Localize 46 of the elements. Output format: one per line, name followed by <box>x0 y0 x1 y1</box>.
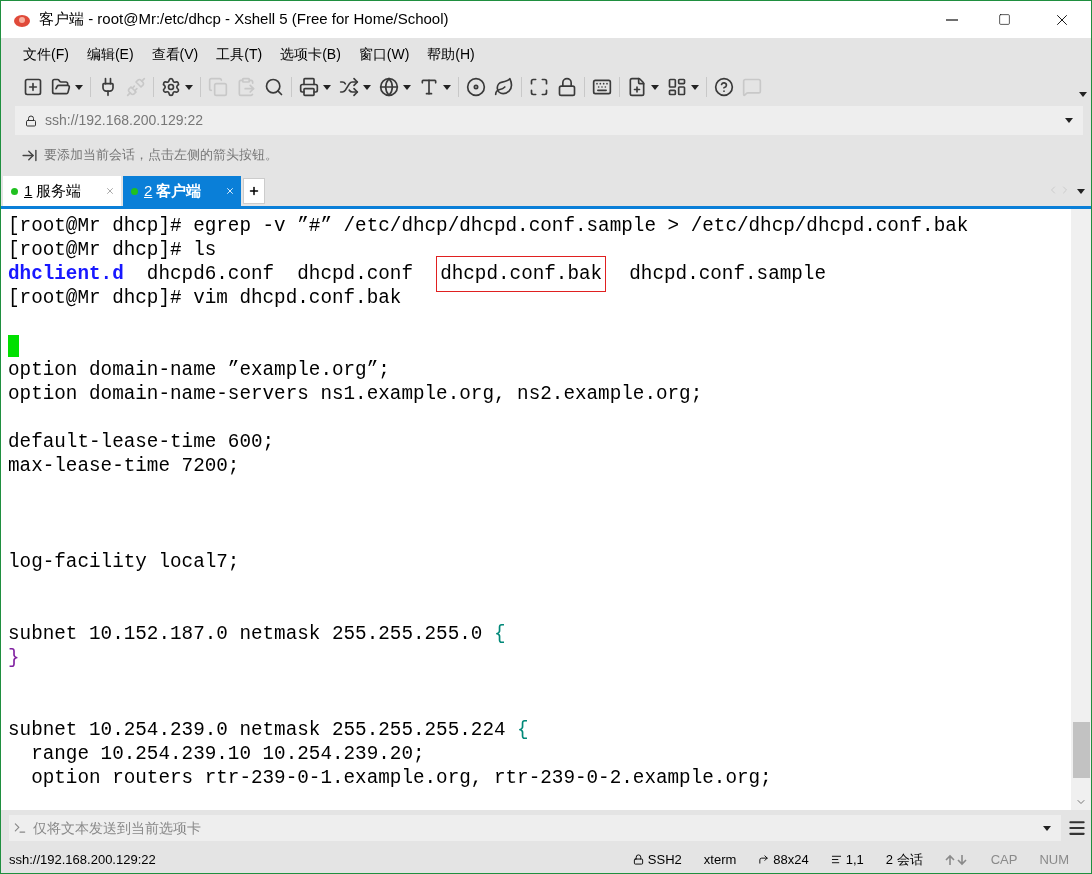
terminal-text: { <box>493 623 506 645</box>
tab-label: 服务端 <box>36 180 82 201</box>
tab-number: 2 <box>144 180 153 201</box>
terminal-text: option routers rtr-239-0-1.example.org, rtr-239-0-2.example.org; <box>30 767 772 789</box>
terminal-text: [root@Mr dhcp]# ls <box>8 239 217 261</box>
status-text: SSH2 <box>647 850 682 869</box>
menu-item[interactable]: 编辑(E) <box>84 43 136 65</box>
send-text-input[interactable]: 仅将文本发送到当前选项卡 <box>33 817 1043 839</box>
terminal-text: dhclient.d <box>8 263 124 285</box>
status-text: 1,1 <box>845 850 864 869</box>
terminal-text: [root@Mr dhcp]# egrep -v ”#” /etc/dhcp/dhcpd.conf.sample > /etc/dhcp/dhcpd.conf.bak <box>8 215 969 237</box>
status-text: NUM <box>1039 850 1069 869</box>
status-text: 88x24 <box>773 850 809 869</box>
terminal-text: range 10.254.239.10 10.254.239.20; <box>30 743 425 765</box>
tab-number: 1 <box>24 180 33 201</box>
terminal-text: [root@Mr dhcp]# vim dhcpd.conf.bak <box>8 287 402 309</box>
status-text: xterm <box>703 850 737 869</box>
send-text-field[interactable]: 仅将文本发送到当前选项卡 <box>9 815 1061 841</box>
terminal-text: { <box>517 719 529 741</box>
terminal-text: option domain-name-servers ns1.example.org, ns2.example.org; <box>8 383 703 405</box>
terminal-text: } <box>8 647 20 669</box>
terminal-text: dhcpd.conf.bak <box>440 263 603 285</box>
status-text: CAP <box>990 850 1018 869</box>
terminal-text: dhcpd.conf.sample <box>628 263 826 285</box>
tab-label: 客户端 <box>156 180 202 201</box>
menu-item[interactable]: 窗口(W) <box>356 43 412 65</box>
status-text: 2 会话 <box>885 850 923 869</box>
terminal-text: log-facility local7; <box>8 551 240 573</box>
address-text: ssh://192.168.200.129:22 <box>45 111 204 130</box>
menu-item[interactable]: 帮助(H) <box>425 43 477 65</box>
hint-text: 要添加当前会话，点击左侧的箭头按钮。 <box>44 146 278 165</box>
terminal-text: default-lease-time 600; <box>8 431 275 453</box>
menu-item[interactable]: 工具(T) <box>214 43 265 65</box>
menu-item[interactable]: 查看(V) <box>149 43 201 65</box>
address-field[interactable]: ssh://192.168.200.129:22 <box>15 106 1083 135</box>
terminal-text: dhcpd6.conf dhcpd.conf <box>145 263 414 285</box>
terminal-text: subnet 10.254.239.0 netmask 255.255.255.224 <box>8 719 507 741</box>
menu-item[interactable]: 选项卡(B) <box>278 43 343 65</box>
terminal-text: subnet 10.152.187.0 netmask 255.255.255.0 <box>8 623 484 645</box>
terminal-text: max-lease-time 7200; <box>8 455 240 477</box>
window-title: 客户端 - root@Mr:/etc/dhcp - Xshell 5 (Free for Home/School) <box>39 9 449 30</box>
session-tab[interactable]: 1 服务端 <box>3 176 121 206</box>
menu-item[interactable]: 文件(F) <box>21 43 71 65</box>
terminal-text: option domain-name ”example.org”; <box>8 359 390 381</box>
session-tab[interactable]: 2 客户端 <box>123 176 241 206</box>
status-address: ssh://192.168.200.129:22 <box>9 850 156 869</box>
